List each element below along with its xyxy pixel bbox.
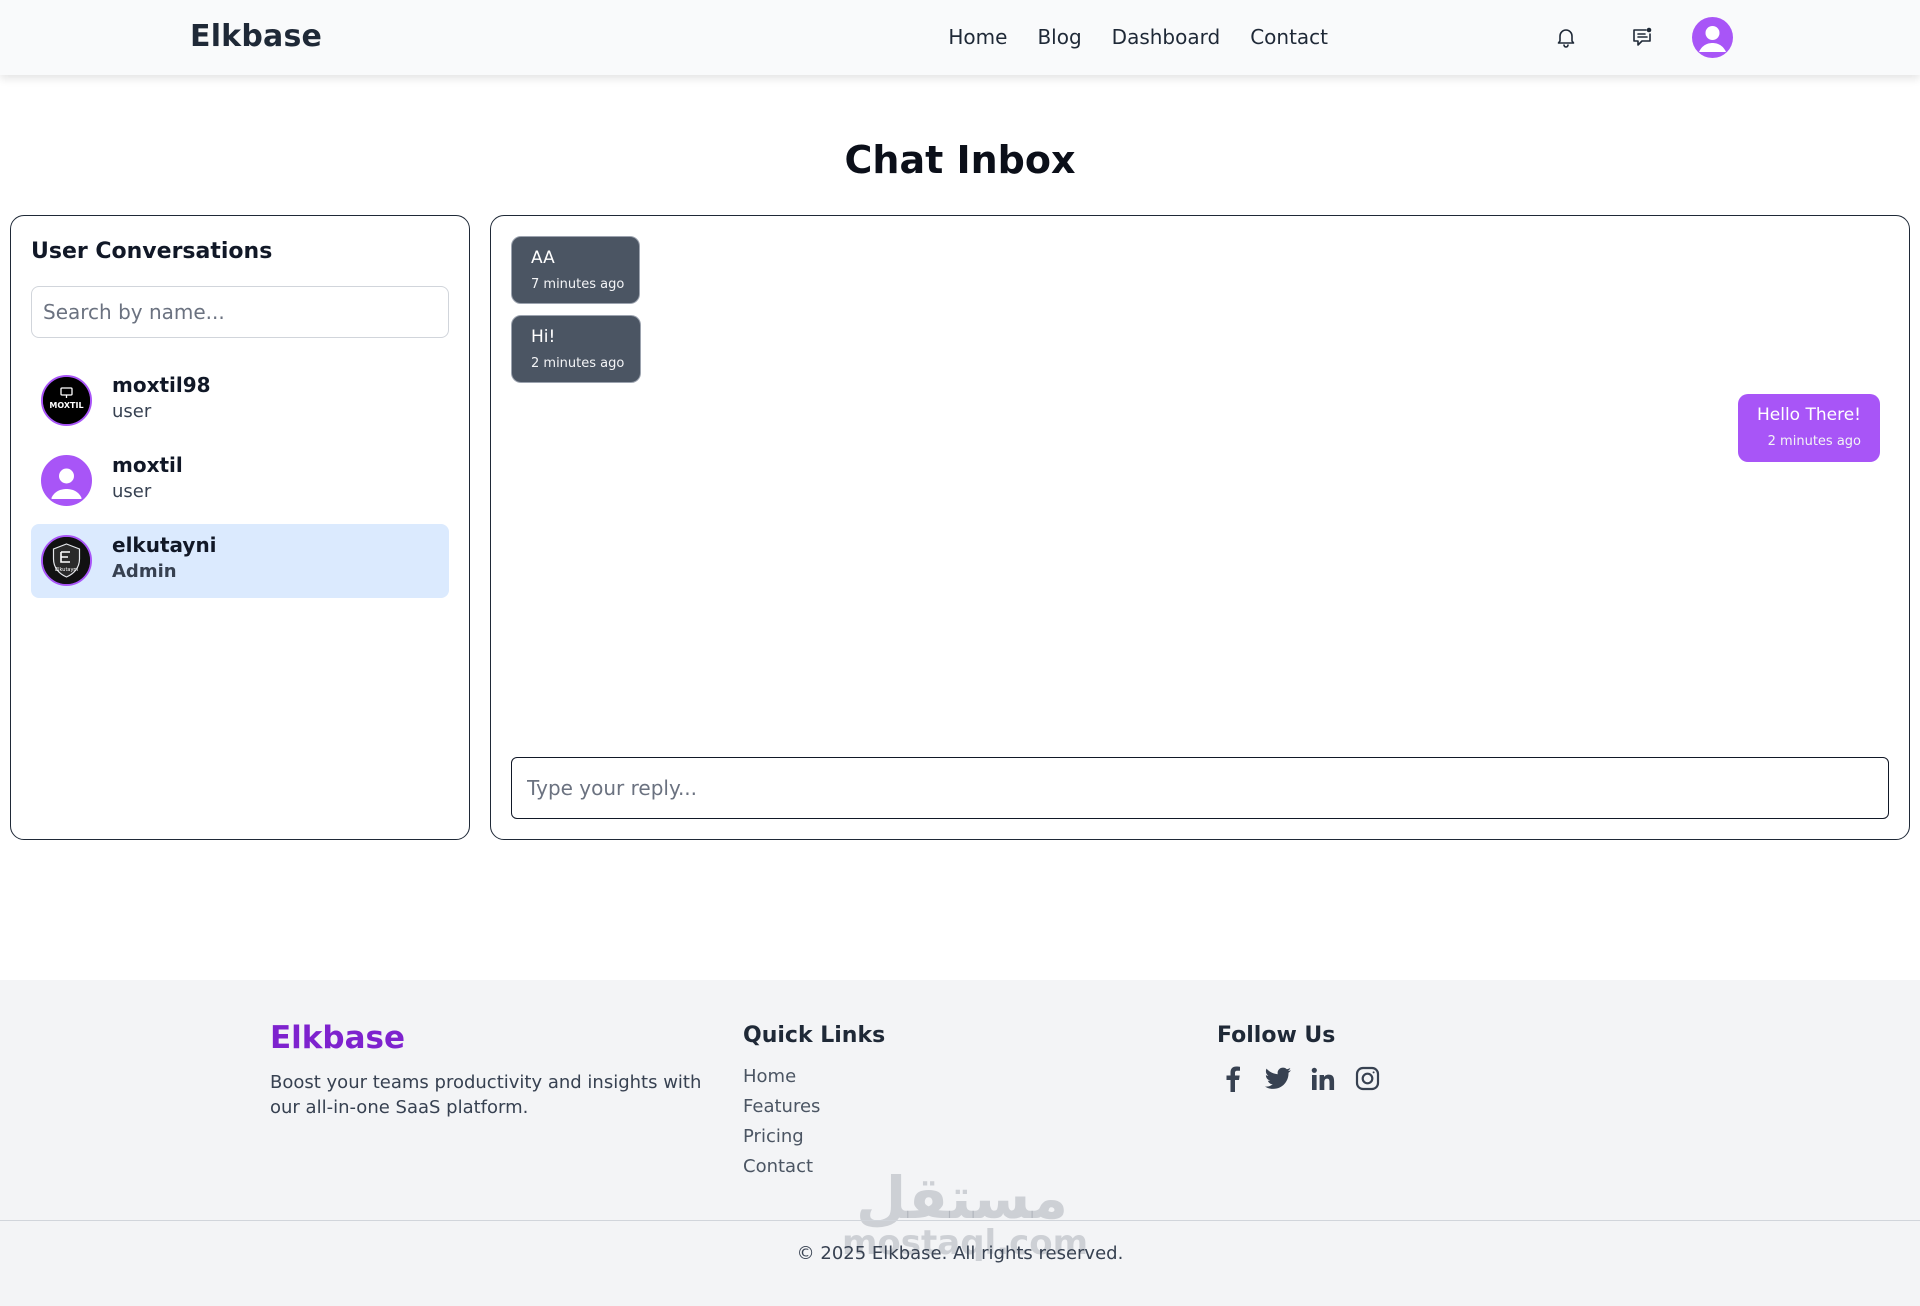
social-links bbox=[1218, 1064, 1382, 1093]
conversation-item-moxtil98[interactable]: MOXTIL moxtil98 user bbox=[31, 364, 449, 438]
message-time: 2 minutes ago bbox=[1767, 434, 1861, 449]
conversation-item-elkutayni[interactable]: Elkutayni elkutayni Admin bbox=[31, 524, 449, 598]
message-bubble-outgoing: Hello There! 2 minutes ago bbox=[1738, 394, 1880, 462]
follow-us-title: Follow Us bbox=[1217, 1023, 1336, 1048]
footer-description: Boost your teams productivity and insigh… bbox=[270, 1072, 702, 1118]
footer-link-contact[interactable]: Contact bbox=[743, 1154, 820, 1184]
linkedin-icon[interactable] bbox=[1308, 1064, 1337, 1093]
conversation-name: moxtil bbox=[112, 453, 183, 477]
message-text: Hello There! bbox=[1756, 405, 1861, 425]
conversation-avatar: MOXTIL bbox=[41, 375, 92, 426]
conversation-role: user bbox=[112, 401, 152, 422]
footer-brand: Elkbase bbox=[270, 1020, 406, 1056]
footer-divider bbox=[0, 1220, 1920, 1221]
conversation-name: moxtil98 bbox=[112, 373, 211, 397]
footer: Elkbase Boost your teams productivity an… bbox=[0, 980, 1920, 1306]
user-avatar[interactable] bbox=[1692, 17, 1733, 58]
nav-blog[interactable]: Blog bbox=[1037, 25, 1081, 49]
instagram-icon[interactable] bbox=[1353, 1064, 1382, 1093]
avatar-label: Elkutayni bbox=[55, 567, 78, 573]
nav-dashboard[interactable]: Dashboard bbox=[1112, 25, 1221, 49]
conversation-role: Admin bbox=[112, 561, 177, 582]
quick-links-title: Quick Links bbox=[743, 1023, 886, 1048]
conversations-panel: User Conversations MOXTIL moxtil98 user … bbox=[10, 215, 470, 840]
message-text: Hi! bbox=[531, 327, 556, 347]
chat-panel: AA 7 minutes ago Hi! 2 minutes ago Hello… bbox=[490, 215, 1910, 840]
bell-icon[interactable] bbox=[1551, 22, 1581, 52]
nav-contact[interactable]: Contact bbox=[1250, 25, 1328, 49]
page-title: Chat Inbox bbox=[844, 138, 1076, 182]
copyright-text: © 2025 Elkbase. All rights reserved. bbox=[796, 1243, 1124, 1264]
reply-input[interactable] bbox=[511, 757, 1889, 819]
message-time: 7 minutes ago bbox=[531, 277, 625, 292]
quick-links-list: Home Features Pricing Contact bbox=[743, 1064, 820, 1184]
avatar-label: MOXTIL bbox=[49, 401, 83, 410]
footer-link-home[interactable]: Home bbox=[743, 1064, 820, 1094]
message-time: 2 minutes ago bbox=[531, 356, 625, 371]
top-navbar: Elkbase Home Blog Dashboard Contact bbox=[0, 0, 1920, 75]
nav-home[interactable]: Home bbox=[948, 25, 1007, 49]
footer-link-pricing[interactable]: Pricing bbox=[743, 1124, 820, 1154]
conversation-name: elkutayni bbox=[112, 533, 217, 557]
main-nav: Home Blog Dashboard Contact bbox=[948, 25, 1328, 49]
footer-link-features[interactable]: Features bbox=[743, 1094, 820, 1124]
message-bubble-incoming: Hi! 2 minutes ago bbox=[511, 315, 641, 383]
message-bubble-incoming: AA 7 minutes ago bbox=[511, 236, 640, 304]
conversation-item-moxtil[interactable]: moxtil user bbox=[31, 444, 449, 518]
conversations-title: User Conversations bbox=[31, 239, 273, 264]
brand-logo[interactable]: Elkbase bbox=[190, 19, 322, 54]
conversation-avatar: Elkutayni bbox=[41, 535, 92, 586]
conversation-role: user bbox=[112, 481, 152, 502]
facebook-icon[interactable] bbox=[1218, 1064, 1247, 1093]
message-icon[interactable] bbox=[1627, 22, 1657, 52]
search-input[interactable] bbox=[31, 286, 449, 338]
message-text: AA bbox=[531, 248, 555, 268]
conversation-avatar bbox=[41, 455, 92, 506]
twitter-icon[interactable] bbox=[1263, 1064, 1292, 1093]
